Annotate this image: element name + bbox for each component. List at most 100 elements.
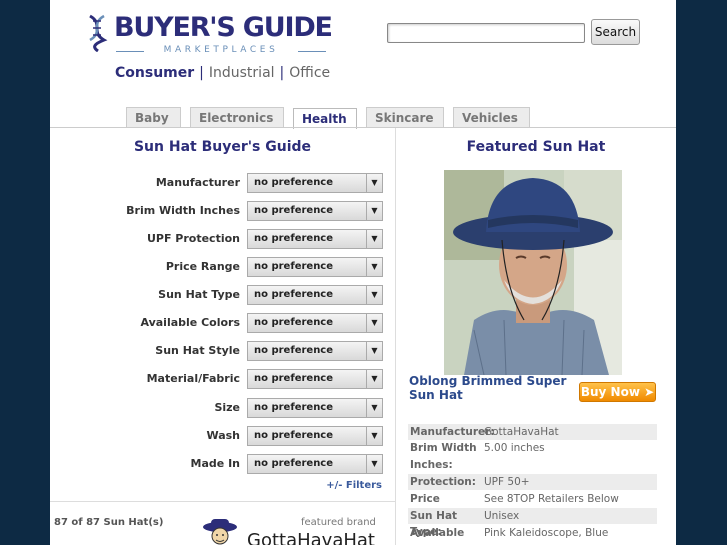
filter-row-price-range: Price Range no preference ▼: [50, 257, 395, 277]
select-value: no preference: [254, 458, 334, 469]
divider: [50, 501, 395, 502]
logo-subtitle: MARKETPLACES: [116, 45, 326, 55]
filter-row-brim-width: Brim Width Inches no preference ▼: [50, 201, 395, 221]
filter-row-colors: Available Colors no preference ▼: [50, 313, 395, 333]
result-count: 87 of 87 Sun Hat(s): [54, 517, 164, 528]
spec-row: Brim Width Inches: 5.00 inches: [408, 440, 657, 474]
logo-title: BUYER'S GUIDE: [114, 12, 333, 43]
price-range-select[interactable]: no preference ▼: [247, 257, 383, 277]
made-in-select[interactable]: no preference ▼: [247, 454, 383, 474]
toggle-filters-link[interactable]: +/- Filters: [326, 480, 382, 491]
filter-label: Manufacturer: [155, 176, 240, 189]
tab-baby[interactable]: Baby: [126, 107, 181, 128]
spec-label: Manufacturer:: [410, 426, 495, 438]
size-select[interactable]: no preference ▼: [247, 398, 383, 418]
category-tabs: Baby Electronics Health Skincare Vehicle…: [50, 107, 676, 129]
filter-label: Brim Width Inches: [126, 204, 240, 217]
spec-value: GottaHavaHat: [484, 426, 559, 438]
filter-row-size: Size no preference ▼: [50, 398, 395, 418]
spec-value: UPF 50+: [484, 476, 530, 488]
filter-label: UPF Protection: [146, 232, 240, 245]
spec-row: Protection: UPF 50+: [408, 474, 657, 490]
segment-link-office[interactable]: Office: [289, 65, 330, 81]
dropdown-arrow-icon: ▼: [366, 370, 382, 388]
filter-label: Size: [214, 401, 240, 414]
segment-separator: |: [279, 65, 285, 81]
search-button[interactable]: Search: [591, 19, 640, 45]
dna-logo-icon: [89, 14, 108, 52]
upf-protection-select[interactable]: no preference ▼: [247, 229, 383, 249]
product-photo[interactable]: [444, 170, 622, 375]
spec-row: Manufacturer: GottaHavaHat: [408, 424, 657, 440]
dropdown-arrow-icon: ▼: [366, 174, 382, 192]
wash-select[interactable]: no preference ▼: [247, 426, 383, 446]
spec-value: 5.00 inches: [484, 442, 545, 454]
filter-row-hat-type: Sun Hat Type no preference ▼: [50, 285, 395, 305]
filter-label: Sun Hat Style: [155, 344, 240, 357]
hat-style-select[interactable]: no preference ▼: [247, 341, 383, 361]
spec-row: Available Pink Kaleidoscope, Blue: [408, 525, 657, 541]
arrow-right-icon: ➤: [644, 385, 655, 399]
dropdown-arrow-icon: ▼: [366, 427, 382, 445]
dropdown-arrow-icon: ▼: [366, 230, 382, 248]
dropdown-arrow-icon: ▼: [366, 258, 382, 276]
filter-row-upf: UPF Protection no preference ▼: [50, 229, 395, 249]
select-value: no preference: [254, 402, 334, 413]
filter-row-manufacturer: Manufacturer no preference ▼: [50, 173, 395, 193]
spec-value: Pink Kaleidoscope, Blue: [484, 527, 609, 539]
segment-link-industrial[interactable]: Industrial: [209, 65, 275, 81]
spec-label: Protection:: [410, 476, 476, 488]
select-value: no preference: [254, 317, 334, 328]
buyers-guide-panel: Sun Hat Buyer's Guide Manufacturer no pr…: [50, 128, 395, 545]
featured-brand-name[interactable]: GottaHavaHat: [247, 530, 375, 545]
brand-mascot-icon[interactable]: [200, 517, 240, 545]
dropdown-arrow-icon: ▼: [366, 399, 382, 417]
segment-nav: Consumer | Industrial | Office: [115, 65, 330, 81]
spec-row: Sun Hat Type: Unisex: [408, 508, 657, 538]
dropdown-arrow-icon: ▼: [366, 455, 382, 473]
select-value: no preference: [254, 430, 334, 441]
spec-value: Unisex: [484, 510, 520, 522]
filter-label: Wash: [206, 429, 240, 442]
material-select[interactable]: no preference ▼: [247, 369, 383, 389]
manufacturer-select[interactable]: no preference ▼: [247, 173, 383, 193]
filter-label: Material/Fabric: [146, 372, 240, 385]
featured-title: Featured Sun Hat: [466, 139, 606, 155]
select-value: no preference: [254, 233, 334, 244]
select-value: no preference: [254, 373, 334, 384]
spec-value: See 8TOP Retailers Below: [484, 493, 619, 505]
site-logo[interactable]: BUYER'S GUIDE MARKETPLACES: [86, 12, 333, 58]
dropdown-arrow-icon: ▼: [366, 342, 382, 360]
buy-now-button[interactable]: Buy Now ➤: [579, 382, 656, 402]
buy-now-label: Buy Now: [580, 385, 640, 399]
search-input[interactable]: [387, 23, 585, 43]
dropdown-arrow-icon: ▼: [366, 286, 382, 304]
buyers-guide-title: Sun Hat Buyer's Guide: [133, 139, 312, 155]
tab-vehicles[interactable]: Vehicles: [453, 107, 530, 128]
hat-type-select[interactable]: no preference ▼: [247, 285, 383, 305]
colors-select[interactable]: no preference ▼: [247, 313, 383, 333]
filter-row-made-in: Made In no preference ▼: [50, 454, 395, 474]
tab-health[interactable]: Health: [293, 108, 357, 129]
filter-row-wash: Wash no preference ▼: [50, 426, 395, 446]
segment-link-consumer[interactable]: Consumer: [115, 65, 194, 81]
page: BUYER'S GUIDE MARKETPLACES Search Consum…: [50, 0, 676, 545]
filter-label: Sun Hat Type: [158, 288, 240, 301]
select-value: no preference: [254, 205, 334, 216]
dropdown-arrow-icon: ▼: [366, 202, 382, 220]
tab-skincare[interactable]: Skincare: [366, 107, 444, 128]
featured-product-panel: Featured Sun Hat Oblong Brimmed Super Su…: [396, 128, 676, 545]
spec-label: Brim Width Inches:: [410, 442, 477, 471]
product-specs: Manufacturer: GottaHavaHat Brim Width In…: [408, 424, 657, 541]
featured-product-name[interactable]: Oblong Brimmed Super Sun Hat: [409, 374, 574, 402]
filter-row-material: Material/Fabric no preference ▼: [50, 369, 395, 389]
filter-label: Made In: [190, 457, 240, 470]
tab-electronics[interactable]: Electronics: [190, 107, 284, 128]
dropdown-arrow-icon: ▼: [366, 314, 382, 332]
filter-label: Price Range: [165, 260, 240, 273]
segment-separator: |: [199, 65, 204, 81]
spec-label: Available: [410, 527, 465, 539]
featured-brand-label: featured brand: [301, 517, 376, 528]
select-value: no preference: [254, 345, 334, 356]
brim-width-select[interactable]: no preference ▼: [247, 201, 383, 221]
